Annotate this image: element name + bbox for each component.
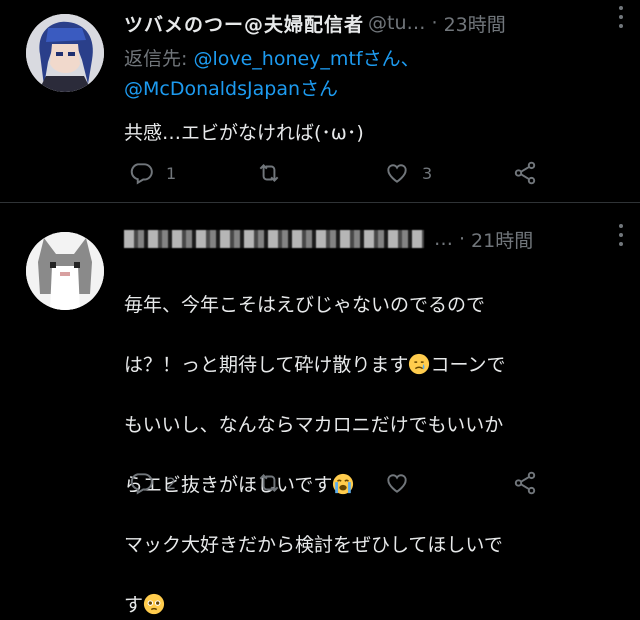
tweet-header: … · 21時間 (124, 224, 624, 254)
action-bar: 1 3 (124, 158, 554, 188)
avatar[interactable] (26, 232, 104, 310)
like-count: 3 (422, 163, 433, 183)
tweet-text: 共感…エビがなければ(･ω･) (124, 122, 364, 144)
tweet-text: 毎年、今年こそはえびじゃないのでるので は？！っと期待して砕け散ります コーンで … (124, 260, 614, 620)
share-button[interactable] (512, 468, 538, 498)
reply-button[interactable]: 2 (128, 468, 176, 498)
tweet-text-line: もいいし、なんならマカロニだけでもいいか (124, 414, 504, 436)
retweet-icon (259, 164, 279, 182)
separator-dot: · (431, 12, 438, 34)
reply-count: 2 (166, 473, 177, 493)
share-icon (514, 161, 536, 185)
heart-icon (387, 474, 407, 493)
retweet-button[interactable] (256, 158, 294, 188)
reply-icon (130, 163, 153, 185)
more-icon[interactable] (618, 6, 624, 28)
display-name-redacted[interactable] (124, 230, 424, 248)
reply-to-prefix: 返信先: (124, 48, 188, 70)
tweet-header: ツバメのつー@夫婦配信者 @tu… · 23時間 (124, 8, 624, 38)
tweet-1[interactable]: ツバメのつー@夫婦配信者 @tu… · 23時間 返信先: @love_hone… (0, 0, 640, 202)
reply-count: 1 (166, 163, 177, 183)
reply-button[interactable]: 1 (128, 158, 176, 188)
tweet-text-line: マック大好きだから検討をぜひしてほしいで (124, 534, 503, 556)
retweet-button[interactable] (256, 468, 294, 498)
display-name[interactable]: ツバメのつー@夫婦配信者 (124, 10, 364, 37)
like-button[interactable] (384, 468, 422, 498)
avatar[interactable] (26, 14, 104, 92)
mention-link[interactable]: @McDonaldsJapanさん (124, 78, 338, 100)
pleading-face-emoji-icon (143, 593, 165, 615)
user-handle[interactable]: … (434, 228, 453, 250)
avatar-anime-character-icon (26, 14, 104, 92)
like-button[interactable]: 3 (384, 158, 432, 188)
share-button[interactable] (512, 158, 538, 188)
tweet-2[interactable]: … · 21時間 毎年、今年こそはえびじゃないのでるので は？！っと期待して砕け… (0, 202, 640, 616)
tweet-text-line: す (124, 594, 144, 616)
mention-link[interactable]: @love_honey_mtfさん、 (193, 48, 419, 70)
timestamp[interactable]: 23時間 (444, 10, 506, 37)
timestamp[interactable]: 21時間 (471, 226, 533, 253)
crying-face-emoji-icon (409, 353, 430, 375)
action-bar: 2 (124, 468, 554, 498)
tweet-text-line: は？！っと期待して砕け散ります (124, 354, 409, 376)
retweet-icon (259, 474, 279, 492)
more-icon[interactable] (618, 224, 624, 246)
reply-to-line: 返信先: @love_honey_mtfさん、 @McDonaldsJapanさ… (124, 44, 604, 104)
share-icon (514, 471, 536, 495)
heart-icon (387, 164, 407, 183)
user-handle[interactable]: @tu… (368, 12, 426, 34)
reply-icon (130, 473, 153, 495)
avatar-cat-icon (26, 232, 104, 310)
tweet-text-line: コーンで (430, 354, 506, 376)
tweet-text-line: 毎年、今年こそはえびじゃないのでるので (124, 294, 486, 316)
separator-dot: · (459, 228, 466, 250)
